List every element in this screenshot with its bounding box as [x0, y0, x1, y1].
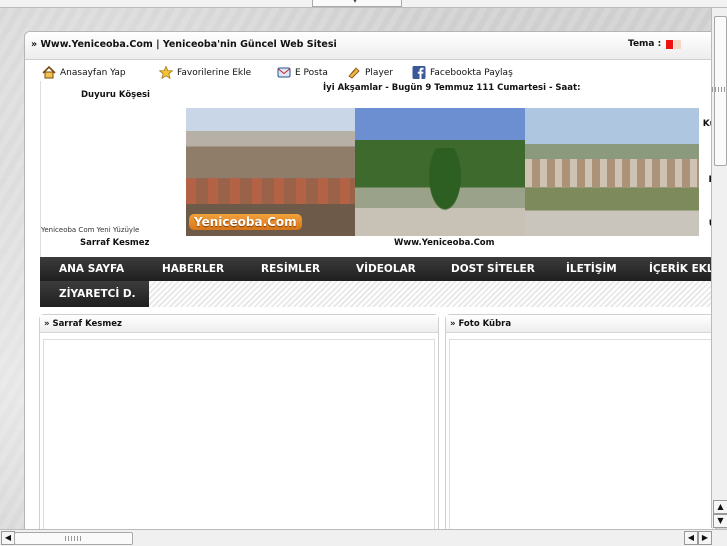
announcement-text: Yeniceoba Com Yeni Yüzüyle [41, 226, 166, 234]
link-email-label: E Posta [295, 68, 328, 78]
banner-photo-panorama [525, 108, 699, 236]
site-header: » Www.Yeniceoba.Com | Yeniceoba'nin Günc… [25, 32, 715, 60]
scroll-left-button[interactable]: ◀ [1, 531, 15, 545]
browser-top-strip: ▾ [0, 0, 727, 8]
box-title-left: » Sarraf Kesmez [40, 315, 438, 333]
nav-dost-siteler[interactable]: DOST SİTELER [451, 263, 535, 275]
announcement-heading: Duyuru Köşesi [81, 90, 150, 100]
box-body-left [43, 339, 435, 533]
theme-label: Tema : [628, 39, 661, 49]
scroll-up-button[interactable]: ▲ [713, 500, 727, 514]
grip-icon [712, 87, 727, 92]
site-title: » Www.Yeniceoba.Com | Yeniceoba'nin Günc… [31, 39, 337, 50]
link-email[interactable]: E Posta [277, 66, 328, 79]
facebook-icon [412, 66, 426, 79]
link-homepage-label: Anasayfan Yap [60, 68, 126, 78]
nav-row-1: ANA SAYFA HABERLER RESİMLER VİDEOLAR DOS… [40, 257, 715, 281]
header-banner: Yeniceoba.Com [186, 108, 699, 236]
star-icon [159, 66, 173, 79]
theme-swatch-light[interactable] [674, 40, 681, 49]
grip-icon [65, 536, 83, 541]
nav-iletisim[interactable]: İLETİŞİM [566, 263, 617, 275]
nav-icerik-ekle[interactable]: İÇERİK EKLE [649, 263, 716, 275]
nav-ana-sayfa[interactable]: ANA SAYFA [59, 263, 124, 275]
music-icon [347, 66, 361, 79]
site-logo: Yeniceoba.Com [189, 214, 302, 230]
theme-swatch-red[interactable] [666, 40, 673, 49]
box-title-right: » Foto Kübra [446, 315, 716, 333]
nav-haberler[interactable]: HABERLER [162, 263, 224, 275]
main-nav: ANA SAYFA HABERLER RESİMLER VİDEOLAR DOS… [40, 257, 715, 307]
info-area: Duyuru Köşesi İyi Akşamlar - Bugün 9 Tem… [40, 81, 716, 261]
nav-row-2: ZİYARETCİ D. [40, 281, 149, 307]
marquee-right: Www.Yeniceoba.Com [394, 238, 495, 248]
link-player[interactable]: Player [347, 66, 393, 79]
link-favorites-label: Favorilerine Ekle [177, 68, 251, 78]
link-homepage[interactable]: Anasayfan Yap [42, 66, 126, 79]
nav-resimler[interactable]: RESİMLER [261, 263, 320, 275]
tree-shape [425, 148, 465, 218]
marquee-left: Sarraf Kesmez [80, 238, 149, 248]
mail-icon [277, 66, 291, 79]
link-player-label: Player [365, 68, 393, 78]
main-panel: » Www.Yeniceoba.Com | Yeniceoba'nin Günc… [24, 31, 716, 533]
horizontal-scrollbar[interactable]: ◀ ◀ ▶ [0, 529, 727, 546]
vertical-scroll-thumb[interactable] [714, 16, 727, 166]
scroll-left-button-2[interactable]: ◀ [684, 531, 698, 545]
scroll-right-button[interactable]: ▶ [698, 531, 712, 545]
scroll-down-button[interactable]: ▼ [713, 514, 727, 528]
content-box-right: » Foto Kübra [445, 314, 716, 533]
browser-tab[interactable]: ▾ [312, 0, 402, 7]
tab-arrow-icon: ▾ [353, 0, 357, 5]
content-box-left: » Sarraf Kesmez [39, 314, 439, 533]
link-facebook-label: Facebookta Paylaş [430, 68, 513, 78]
horizontal-scroll-thumb[interactable] [14, 532, 133, 545]
home-icon [42, 66, 56, 79]
vertical-scrollbar[interactable]: ▲ ▼ [711, 8, 727, 528]
nav-videolar[interactable]: VİDEOLAR [356, 263, 416, 275]
link-favorites[interactable]: Favorilerine Ekle [159, 66, 251, 79]
box-body-right [449, 339, 713, 533]
link-facebook-share[interactable]: Facebookta Paylaş [412, 66, 513, 79]
banner-photo-park [355, 108, 525, 236]
greeting-date: İyi Akşamlar - Bugün 9 Temmuz 111 Cumart… [323, 83, 580, 93]
nav-ziyaretci-defteri[interactable]: ZİYARETCİ D. [59, 288, 136, 300]
